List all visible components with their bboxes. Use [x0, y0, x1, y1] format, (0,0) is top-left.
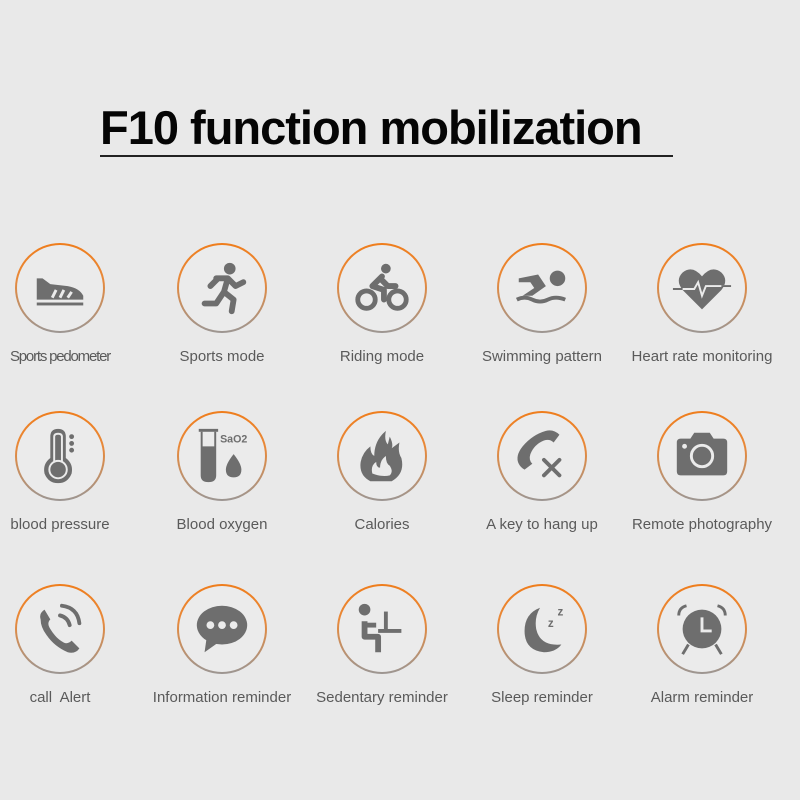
feature-calories: Calories — [292, 411, 472, 561]
cyclist-icon — [355, 263, 409, 311]
svg-text:z: z — [558, 605, 564, 618]
svg-text:z: z — [548, 617, 554, 630]
phone-ringing-icon — [40, 603, 82, 653]
moon-zzz-icon: z z — [524, 605, 564, 653]
icon-ring — [657, 243, 747, 333]
feature-blood-oxygen: SaO2 Blood oxygen — [132, 411, 312, 561]
camera-icon — [676, 432, 728, 476]
icon-ring: z z — [497, 584, 587, 674]
icon-ring — [657, 584, 747, 674]
feature-label: Heart rate monitoring — [631, 348, 773, 365]
feature-information-reminder: Information reminder — [132, 584, 312, 734]
feature-label: A key to hang up — [486, 516, 598, 533]
icon-ring — [497, 243, 587, 333]
feature-label: Sleep reminder — [491, 689, 593, 706]
running-person-icon — [201, 262, 247, 315]
feature-alarm-reminder: Alarm reminder — [612, 584, 792, 734]
icon-ring — [497, 411, 587, 501]
chat-bubble-icon — [196, 605, 248, 653]
sitting-person-icon — [358, 603, 402, 653]
icon-ring — [15, 243, 105, 333]
feature-label: blood pressure — [10, 516, 110, 533]
feature-hang-up: A key to hang up — [452, 411, 632, 561]
test-tube-drop-icon: SaO2 — [198, 428, 247, 483]
icon-ring — [15, 411, 105, 501]
feature-blood-pressure: blood pressure — [0, 411, 150, 561]
feature-label: Sedentary reminder — [316, 689, 448, 706]
icon-ring — [337, 584, 427, 674]
icon-ring — [657, 411, 747, 501]
alarm-clock-icon — [677, 604, 727, 655]
swimmer-icon — [515, 270, 566, 304]
feature-label: call Alert — [29, 689, 91, 706]
feature-remote-photography: Remote photography — [612, 411, 792, 561]
icon-ring — [15, 584, 105, 674]
feature-riding-mode: Riding mode — [292, 243, 472, 393]
heart-pulse-icon — [672, 269, 732, 310]
icon-ring — [337, 411, 427, 501]
feature-swimming-pattern: Swimming pattern — [452, 243, 632, 393]
feature-heart-rate: Heart rate monitoring — [612, 243, 792, 393]
sneaker-icon — [36, 278, 84, 306]
sao2-text: SaO2 — [220, 433, 247, 445]
feature-label: Remote photography — [631, 516, 773, 533]
feature-label: Riding mode — [339, 348, 425, 365]
feature-sports-pedometer: Sports pedometer — [0, 243, 150, 393]
phone-hangup-icon — [517, 430, 562, 478]
feature-label: Information reminder — [152, 689, 292, 706]
title-underline — [100, 155, 673, 157]
icon-ring — [177, 584, 267, 674]
feature-label: Swimming pattern — [481, 348, 603, 365]
feature-sleep-reminder: z z Sleep reminder — [452, 584, 632, 734]
feature-label: Sports pedometer — [9, 348, 111, 365]
feature-sedentary-reminder: Sedentary reminder — [292, 584, 472, 734]
flame-icon — [360, 430, 403, 482]
feature-label: Calories — [354, 516, 410, 533]
feature-label: Sports mode — [179, 348, 265, 365]
icon-ring: SaO2 — [177, 411, 267, 501]
page-title: F10 function mobilization — [100, 101, 643, 154]
feature-call-alert: call Alert — [0, 584, 150, 734]
icon-ring — [337, 243, 427, 333]
thermometer-icon — [44, 428, 75, 484]
feature-sports-mode: Sports mode — [132, 243, 312, 393]
feature-label: Alarm reminder — [650, 689, 754, 706]
icon-ring — [177, 243, 267, 333]
feature-label: Blood oxygen — [176, 516, 268, 533]
